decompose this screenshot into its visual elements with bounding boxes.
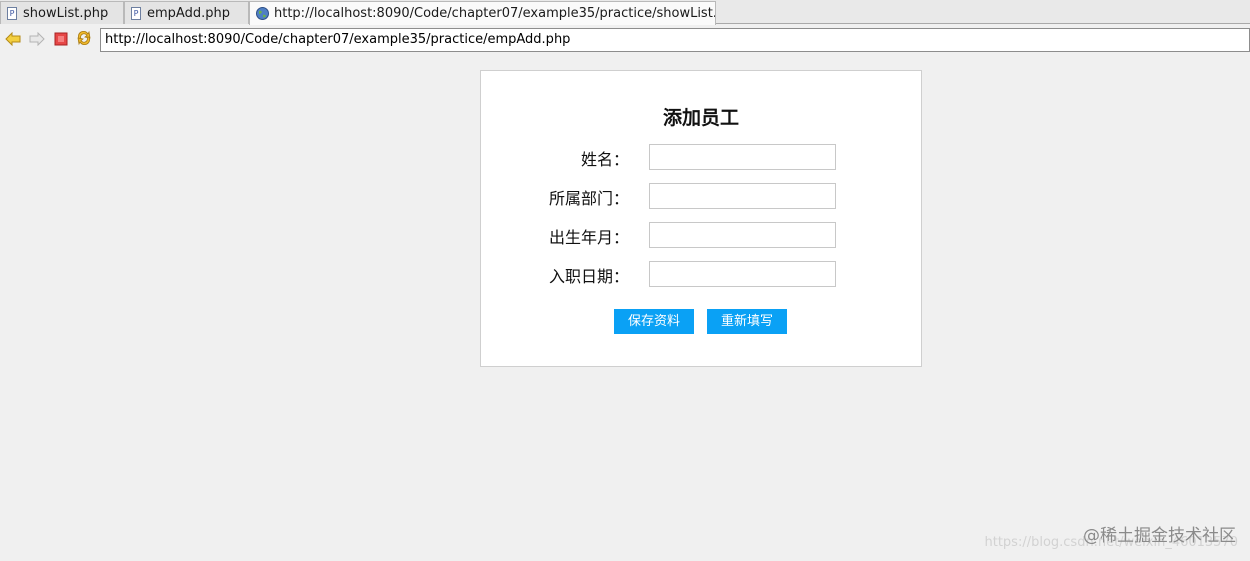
tab-showlist-url[interactable]: http://localhost:8090/Code/chapter07/exa… — [249, 1, 716, 25]
watermark: @稀土掘金技术社区 — [1083, 526, 1236, 546]
php-file-icon: P — [131, 6, 141, 20]
reset-button[interactable]: 重新填写 — [707, 309, 787, 334]
refresh-icon — [76, 30, 92, 50]
forward-button[interactable] — [28, 31, 46, 49]
birth-month-input[interactable] — [649, 222, 836, 248]
form-title: 添加员工 — [662, 107, 739, 129]
stop-button[interactable] — [52, 31, 70, 49]
tab-showlist[interactable]: P showList.php — [0, 1, 124, 24]
tab-bar: P showList.php P empAdd.php http://local… — [0, 0, 1250, 25]
php-file-icon: P — [7, 6, 17, 20]
hire-date-input[interactable] — [649, 261, 836, 287]
url-input[interactable]: http://localhost:8090/Code/chapter07/exa… — [100, 28, 1250, 52]
stop-icon — [54, 31, 68, 50]
globe-icon — [256, 7, 269, 20]
arrow-right-icon — [29, 31, 45, 50]
department-label: 所属部门： — [548, 189, 629, 208]
arrow-left-icon — [5, 31, 21, 50]
tab-label: empAdd.php — [147, 5, 230, 21]
department-input[interactable] — [649, 183, 836, 209]
save-button[interactable]: 保存资料 — [614, 309, 694, 334]
refresh-button[interactable] — [75, 30, 93, 50]
name-label: 姓名： — [580, 150, 629, 169]
birth-month-label: 出生年月： — [548, 228, 629, 247]
add-employee-form: 添加员工 姓名： 所属部门： 出生年月： 入职日期： 保存资料 重新填写 — [480, 70, 922, 367]
tab-empadd[interactable]: P empAdd.php — [124, 1, 249, 24]
tab-label: showList.php — [23, 5, 109, 21]
back-button[interactable] — [4, 31, 22, 49]
name-input[interactable] — [649, 144, 836, 170]
tab-label: http://localhost:8090/Code/chapter07/exa… — [274, 6, 716, 21]
browser-toolbar: http://localhost:8090/Code/chapter07/exa… — [0, 25, 1250, 55]
hire-date-label: 入职日期： — [548, 267, 629, 286]
